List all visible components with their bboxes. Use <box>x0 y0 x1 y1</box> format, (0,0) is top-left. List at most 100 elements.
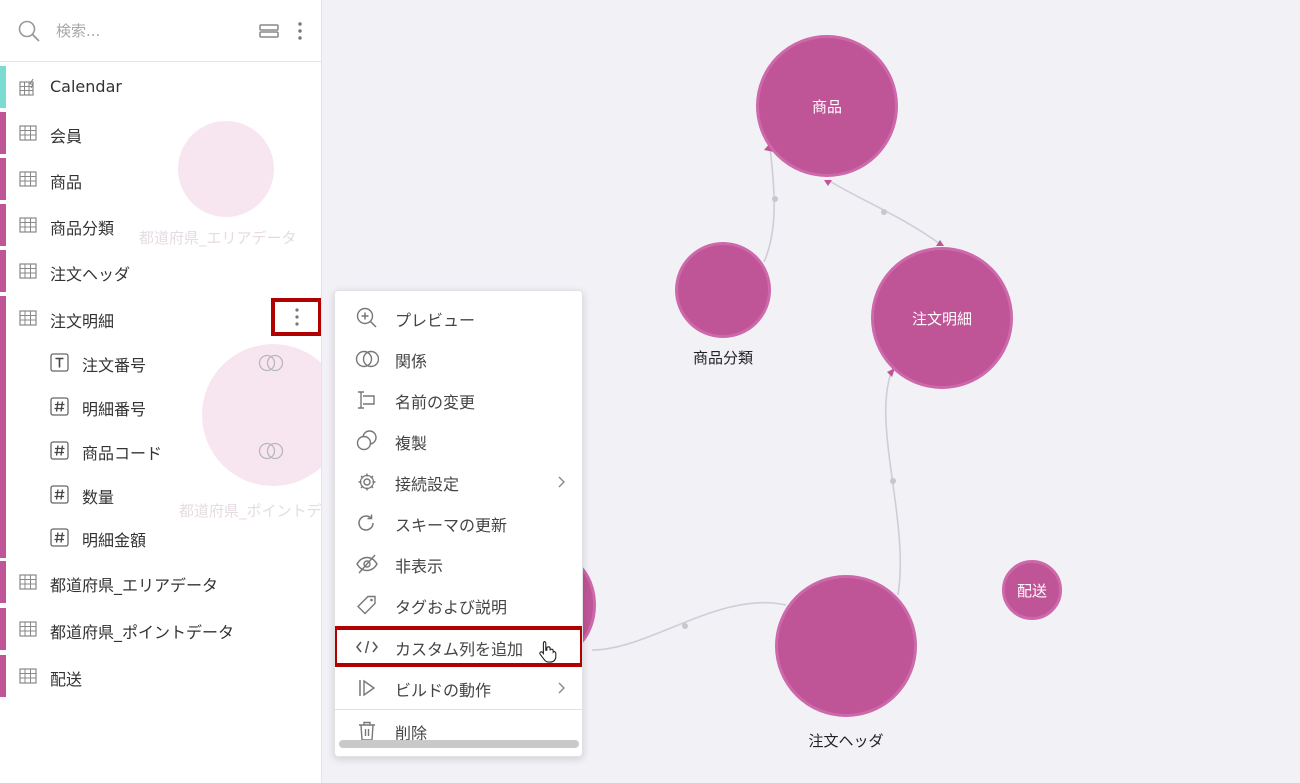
table-item-kaiin[interactable]: 会員 <box>0 111 321 155</box>
table-list-panel: 都道府県_エリアデータ 都道府県_ポイントデ Calendar 会員 <box>0 0 322 783</box>
table-label: 商品 <box>50 173 83 192</box>
table-item-todofuken-point[interactable]: 都道府県_ポイントデータ <box>0 607 321 651</box>
number-type-icon <box>50 397 69 416</box>
table-color-stripe <box>0 158 6 200</box>
menu-item-label: ビルドの動作 <box>395 681 492 700</box>
table-icon <box>19 310 37 326</box>
table-label: 注文明細 <box>50 312 115 331</box>
column-item[interactable]: 明細金額 <box>0 515 321 559</box>
menu-item-preview[interactable]: プレビュー <box>335 297 582 338</box>
column-label: 明細番号 <box>82 400 147 419</box>
edge-midpoint <box>682 623 688 629</box>
menu-item-tags-description[interactable]: タグおよび説明 <box>335 584 582 625</box>
table-label: 会員 <box>50 127 83 146</box>
table-icon <box>19 171 37 187</box>
search-input[interactable] <box>56 19 236 43</box>
menu-item-relation[interactable]: 関係 <box>335 338 582 379</box>
more-vertical-icon <box>294 308 299 326</box>
graph-node-caption: 商品分類 <box>692 349 754 367</box>
table-icon <box>19 217 37 233</box>
table-icon <box>19 621 37 637</box>
tag-icon <box>357 595 376 615</box>
menu-item-duplicate[interactable]: 複製 <box>335 420 582 461</box>
menu-item-label: カスタム列を追加 <box>395 640 524 659</box>
menu-item-rename[interactable]: 名前の変更 <box>335 379 582 420</box>
menu-item-label: 関係 <box>395 352 428 371</box>
table-color-stripe <box>0 250 6 292</box>
menu-item-label: 非表示 <box>395 557 444 576</box>
table-color-stripe <box>0 66 6 108</box>
column-label: 注文番号 <box>82 356 147 375</box>
table-label: 商品分類 <box>50 219 115 238</box>
relation-icon <box>355 350 379 368</box>
menu-item-label: 接続設定 <box>395 475 460 494</box>
search-icon <box>18 20 40 42</box>
table-color-stripe <box>0 204 6 246</box>
table-label: Calendar <box>50 77 122 96</box>
table-item-more-button[interactable] <box>271 298 321 336</box>
table-label: 注文ヘッダ <box>50 265 131 284</box>
edge-shohinbunrui-shohin <box>763 147 775 263</box>
eye-off-icon <box>356 554 378 574</box>
number-type-icon <box>50 485 69 504</box>
edge-midpoint <box>772 196 778 202</box>
table-context-menu: プレビュー 関係 名前の変更 複製 接続設定 スキーマの更新 非表示 タグおよび… <box>334 290 583 757</box>
table-icon <box>19 125 37 141</box>
table-item-calendar[interactable]: Calendar <box>0 65 321 109</box>
menu-item-add-custom-column[interactable]: カスタム列を追加 <box>335 626 582 667</box>
edge-arrow <box>936 240 944 246</box>
menu-item-label: 名前の変更 <box>395 393 476 412</box>
table-color-stripe <box>0 608 6 650</box>
text-type-icon <box>50 353 69 372</box>
menu-item-label: タグおよび説明 <box>395 598 508 617</box>
relation-icon <box>258 442 284 460</box>
graph-node-shohin[interactable]: 商品 <box>756 35 898 177</box>
chevron-right-icon <box>558 476 565 488</box>
calendar-table-icon <box>19 78 34 96</box>
graph-node-shohinbunrui[interactable] <box>675 242 771 338</box>
more-vertical-icon[interactable] <box>292 20 308 42</box>
code-icon <box>356 640 378 654</box>
graph-node-haiso[interactable]: 配送 <box>1002 560 1062 620</box>
table-label: 都道府県_エリアデータ <box>50 576 219 595</box>
layout-toggle-icon[interactable] <box>258 22 280 40</box>
table-item-todofuken-area[interactable]: 都道府県_エリアデータ <box>0 560 321 604</box>
edge-arrow <box>824 180 832 186</box>
graph-node-caption: 注文ヘッダ <box>808 732 884 750</box>
menu-item-build-behavior[interactable]: ビルドの動作 <box>335 667 582 708</box>
edge-chumonheader-hidden <box>591 601 787 651</box>
table-color-stripe <box>0 112 6 154</box>
column-item[interactable]: 注文番号 <box>0 340 321 384</box>
table-color-stripe <box>0 561 6 603</box>
menu-scrollbar[interactable] <box>339 740 579 748</box>
table-icon <box>19 263 37 279</box>
table-icon <box>19 574 37 590</box>
table-item-shohin[interactable]: 商品 <box>0 157 321 201</box>
table-label: 都道府県_ポイントデータ <box>50 623 235 642</box>
edge-midpoint <box>890 478 896 484</box>
table-item-shohinbunrui[interactable]: 商品分類 <box>0 203 321 247</box>
column-label: 明細金額 <box>82 531 147 550</box>
menu-item-label: プレビュー <box>395 311 476 330</box>
graph-node-chumonheader[interactable] <box>775 575 917 717</box>
column-item[interactable]: 明細番号 <box>0 384 321 428</box>
menu-item-refresh-schema[interactable]: スキーマの更新 <box>335 502 582 543</box>
zoom-in-icon <box>356 307 377 328</box>
column-item[interactable]: 数量 <box>0 472 321 516</box>
table-item-chumonheader[interactable]: 注文ヘッダ <box>0 249 321 293</box>
gear-icon <box>358 473 376 491</box>
number-type-icon <box>50 528 69 547</box>
duplicate-icon <box>356 430 377 451</box>
menu-item-label: 複製 <box>395 434 428 453</box>
graph-node-chumonmeisai[interactable]: 注文明細 <box>871 247 1013 389</box>
relation-icon <box>258 354 284 372</box>
menu-item-hide[interactable]: 非表示 <box>335 543 582 584</box>
search-bar <box>0 0 321 62</box>
table-item-haiso[interactable]: 配送 <box>0 654 321 698</box>
chevron-right-icon <box>558 682 565 694</box>
menu-item-connection-settings[interactable]: 接続設定 <box>335 461 582 502</box>
column-item[interactable]: 商品コード <box>0 428 321 472</box>
table-label: 配送 <box>50 670 83 689</box>
play-bar-icon <box>359 679 376 697</box>
table-icon <box>19 668 37 684</box>
